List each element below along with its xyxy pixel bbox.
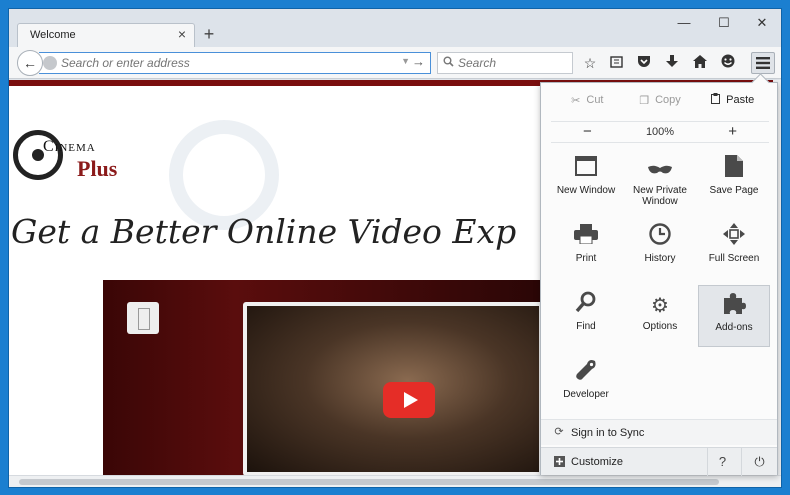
zoom-out-button[interactable]: − bbox=[551, 122, 624, 142]
logo-cinema-text: Cinema bbox=[43, 138, 96, 155]
copy-label: Copy bbox=[655, 94, 681, 106]
new-window-icon bbox=[550, 155, 622, 185]
tab-title: Welcome bbox=[30, 29, 76, 41]
play-button[interactable] bbox=[383, 382, 435, 418]
new-window-button[interactable]: New Window bbox=[550, 149, 622, 211]
full-screen-button[interactable]: Full Screen bbox=[698, 217, 770, 279]
history-label: History bbox=[644, 253, 676, 264]
find-button[interactable]: Find bbox=[550, 285, 622, 347]
print-icon bbox=[550, 223, 622, 253]
pocket-icon[interactable] bbox=[633, 52, 655, 74]
copy-icon: ❐ bbox=[639, 94, 650, 107]
download-icon[interactable] bbox=[661, 52, 683, 74]
customize-label: Customize bbox=[571, 456, 623, 468]
maximize-button[interactable]: ☐ bbox=[709, 13, 739, 33]
edit-controls: ✂ Cut ❐ Copy Paste bbox=[551, 89, 769, 111]
print-button[interactable]: Print bbox=[550, 217, 622, 279]
customize-button[interactable]: Customize bbox=[541, 448, 701, 476]
sync-icon: ⟳ bbox=[554, 426, 564, 438]
add-ons-button[interactable]: Add-ons bbox=[698, 285, 770, 347]
menu-icon[interactable] bbox=[751, 52, 775, 74]
clipboard-icon bbox=[711, 93, 721, 107]
save-page-label: Save Page bbox=[709, 185, 759, 196]
save-page-icon bbox=[698, 155, 770, 185]
video-player[interactable] bbox=[103, 280, 543, 476]
developer-button[interactable]: Developer bbox=[550, 353, 622, 415]
hello-icon[interactable] bbox=[717, 52, 739, 74]
find-label: Find bbox=[576, 321, 596, 332]
private-window-label: New Private Window bbox=[633, 185, 687, 207]
go-arrow-icon[interactable]: → bbox=[412, 54, 425, 69]
help-icon[interactable]: ? bbox=[707, 448, 737, 476]
add-ons-label: Add-ons bbox=[715, 322, 753, 333]
logo-plus-text: Plus bbox=[77, 156, 118, 181]
history-dropdown-icon[interactable]: ▼ bbox=[401, 56, 410, 66]
url-input[interactable] bbox=[61, 55, 391, 71]
search-bar[interactable] bbox=[437, 52, 573, 74]
address-bar[interactable]: ▼ → bbox=[39, 52, 431, 74]
cut-label: Cut bbox=[586, 94, 604, 106]
paste-button[interactable]: Paste bbox=[696, 89, 769, 111]
navigation-bar: ▼ → ← ☆ bbox=[9, 47, 781, 79]
tab-close-icon[interactable]: × bbox=[178, 26, 186, 42]
full-screen-label: Full Screen bbox=[708, 253, 760, 264]
zoom-reset-button[interactable]: 100% bbox=[624, 122, 697, 142]
reading-list-icon[interactable] bbox=[605, 52, 627, 74]
new-tab-button[interactable]: + bbox=[199, 23, 219, 45]
tab-strip: Welcome × + — ☐ ✕ bbox=[9, 9, 781, 47]
sign-in-to-sync-button[interactable]: ⟳ Sign in to Sync bbox=[541, 419, 777, 445]
developer-icon bbox=[550, 359, 622, 389]
new-private-window-button[interactable]: New Private Window bbox=[624, 149, 696, 211]
history-icon bbox=[624, 223, 696, 253]
paste-label: Paste bbox=[726, 94, 755, 106]
zoom-controls: − 100% + bbox=[551, 121, 769, 143]
find-icon bbox=[550, 291, 622, 321]
save-page-button[interactable]: Save Page bbox=[698, 149, 770, 211]
browser-window: Welcome × + — ☐ ✕ ▼ → ← ☆ bbox=[8, 8, 782, 488]
options-button[interactable]: ⚙ Options bbox=[624, 285, 696, 347]
phone-icon[interactable] bbox=[127, 302, 159, 334]
home-icon[interactable] bbox=[689, 52, 711, 74]
hamburger-menu-panel: ✂ Cut ❐ Copy Paste − 100% + New Window N… bbox=[540, 82, 778, 476]
full-screen-icon bbox=[698, 223, 770, 253]
horizontal-scrollbar[interactable] bbox=[9, 475, 781, 487]
minimize-button[interactable]: — bbox=[669, 13, 699, 33]
scissors-icon: ✂ bbox=[571, 94, 581, 107]
search-icon bbox=[443, 56, 454, 70]
add-ons-icon bbox=[699, 292, 769, 322]
tab-welcome[interactable]: Welcome × bbox=[17, 23, 195, 47]
private-window-icon bbox=[624, 155, 696, 185]
close-window-button[interactable]: ✕ bbox=[747, 13, 777, 33]
globe-icon bbox=[43, 56, 57, 70]
print-label: Print bbox=[575, 253, 597, 264]
copy-button[interactable]: ❐ Copy bbox=[624, 89, 697, 111]
cut-button[interactable]: ✂ Cut bbox=[551, 89, 624, 111]
customize-icon bbox=[553, 456, 565, 468]
options-icon: ⚙ bbox=[651, 295, 669, 317]
sign-in-label: Sign in to Sync bbox=[571, 427, 645, 439]
menu-footer: Customize ? ⏻ bbox=[541, 447, 777, 476]
search-input[interactable] bbox=[458, 55, 566, 71]
new-window-label: New Window bbox=[556, 185, 616, 196]
cinema-plus-logo[interactable]: Cinema Plus bbox=[13, 130, 143, 190]
developer-label: Developer bbox=[563, 389, 609, 400]
history-button[interactable]: History bbox=[624, 217, 696, 279]
options-label: Options bbox=[642, 321, 678, 332]
zoom-in-button[interactable]: + bbox=[696, 122, 769, 142]
star-icon[interactable]: ☆ bbox=[579, 52, 601, 74]
scrollbar-thumb[interactable] bbox=[19, 479, 719, 485]
back-button[interactable]: ← bbox=[17, 50, 43, 76]
quit-icon[interactable]: ⏻ bbox=[741, 448, 777, 476]
page-headline: Get a Better Online Video Exp bbox=[11, 212, 517, 251]
